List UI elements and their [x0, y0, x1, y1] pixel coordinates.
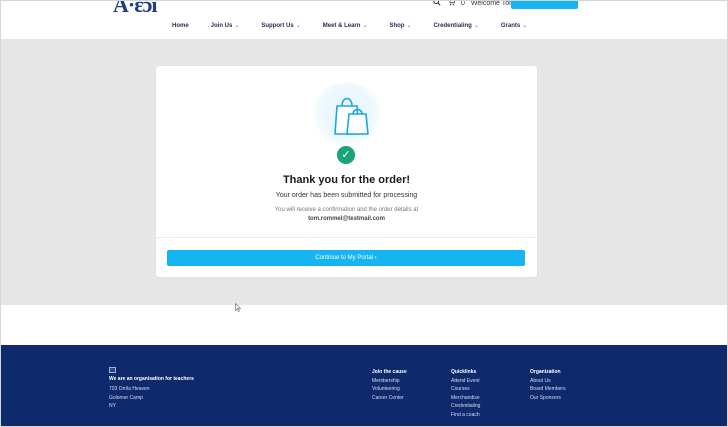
nav-item-home[interactable]: Home: [161, 22, 200, 29]
shopping-bags-icon: [311, 82, 383, 152]
nav-item-credentialing[interactable]: Credentialing ⌄: [423, 22, 490, 30]
order-subtitle: Your order has been submitted for proces…: [275, 192, 418, 199]
order-confirmation-card: ✓ Thank you for the order! Your order ha…: [156, 66, 537, 277]
footer-link-about-us[interactable]: About Us: [530, 377, 566, 386]
footer-link-volunteering[interactable]: Volunteering: [372, 385, 407, 394]
footer-link-credentialing[interactable]: Credentialing: [451, 402, 480, 411]
footer-column-heading: Quicklinks: [451, 369, 477, 375]
chevron-down-icon: ⌄: [362, 23, 368, 29]
footer-column-heading: Join the cause: [372, 369, 407, 375]
footer-column-organization: Organization About Us Board Members Our …: [530, 368, 566, 402]
nav-item-shop[interactable]: Shop ⌄: [378, 22, 422, 30]
footer-link-merchandise[interactable]: Merchandise: [451, 394, 480, 403]
chevron-down-icon: ⌄: [234, 23, 240, 29]
confirmation-email: tom.rommel@testmail.com: [308, 216, 385, 222]
footer-column-join: Join the cause Membership Volunteering C…: [372, 368, 407, 402]
address-line: Golomer Camp: [109, 394, 143, 401]
nav-item-support-us[interactable]: Support Us ⌄: [250, 22, 311, 30]
footer-link-attend-event[interactable]: Attend Event: [451, 377, 480, 386]
nav-item-join-us[interactable]: Join Us ⌄: [200, 22, 251, 30]
header-cta-button[interactable]: [511, 1, 578, 9]
cart-icon[interactable]: [447, 1, 456, 8]
check-icon: ✓: [337, 146, 355, 164]
nav-item-meet-learn[interactable]: Meet & Learn ⌄: [312, 22, 379, 30]
confirmation-text: You will receive a confirmation and the …: [274, 207, 419, 213]
chevron-down-icon: ⌄: [473, 23, 479, 29]
continue-to-portal-button[interactable]: Continue to My Portal ›: [167, 250, 525, 266]
footer-tagline: We are an organisation for teachers: [109, 376, 194, 382]
order-title: Thank you for the order!: [282, 174, 411, 186]
chevron-down-icon: ⌄: [406, 23, 412, 29]
cart-count: 0: [461, 0, 465, 7]
footer-link-courses[interactable]: Courses: [451, 385, 480, 394]
chevron-down-icon: ⌄: [295, 23, 301, 29]
footer-link-find-a-coach[interactable]: Find a coach: [451, 411, 480, 420]
footer-link-our-sponsors[interactable]: Our Sponsors: [530, 394, 566, 403]
nav-item-grants[interactable]: Grants ⌄: [490, 22, 538, 30]
footer-column-heading: Organization: [530, 369, 561, 375]
footer-link-membership[interactable]: Membership: [372, 377, 407, 386]
search-icon[interactable]: [433, 1, 441, 8]
site-header: A·ɛɔı 0 Welcome Tom ⌄ Home Join Us⌄ Supp…: [1, 0, 727, 39]
nav-item-label: Home: [172, 22, 189, 29]
card-divider: [156, 237, 537, 238]
nav-item-label: Shop: [389, 22, 405, 29]
welcome-text: Welcome Tom: [470, 0, 515, 7]
footer-logo-image: [109, 367, 116, 373]
nav-item-label: Credentialing: [433, 22, 472, 29]
footer-column-quicklinks: Quicklinks Attend Event Courses Merchand…: [451, 368, 480, 419]
browser-page: A·ɛɔı 0 Welcome Tom ⌄ Home Join Us⌄ Supp…: [0, 0, 728, 427]
header-utilities: 0 Welcome Tom ⌄: [433, 0, 523, 8]
footer-link-board-members[interactable]: Board Members: [530, 385, 566, 394]
nav-item-label: Meet & Learn: [322, 22, 361, 29]
address-line: NY: [109, 403, 116, 409]
footer-address: 703 Orrila Heaven Golomer Camp NY: [109, 385, 150, 411]
nav-item-label: Grants: [500, 22, 521, 29]
site-logo[interactable]: A·ɛɔı: [113, 1, 158, 18]
chevron-down-icon: ⌄: [522, 23, 528, 29]
address-line: 703 Orrila Heaven: [109, 386, 150, 392]
site-footer: We are an organisation for teachers 703 …: [1, 345, 727, 426]
nav-item-label: Support Us: [261, 22, 294, 29]
main-content: ✓ Thank you for the order! Your order ha…: [1, 39, 727, 305]
mouse-cursor-icon: [235, 302, 242, 314]
nav-item-label: Join Us: [210, 22, 233, 29]
main-nav: Home Join Us ⌄ Support Us ⌄ Meet & Learn ⌄ …: [161, 22, 538, 30]
footer-link-career-center[interactable]: Career Center: [372, 394, 407, 403]
